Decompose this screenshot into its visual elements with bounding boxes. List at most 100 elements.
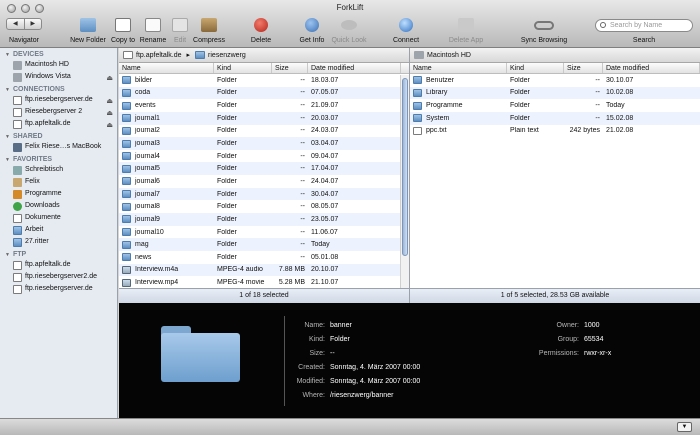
desktop-icon <box>13 165 22 175</box>
file-row[interactable]: news Folder -- 05.01.08 <box>119 251 409 264</box>
column-date-modified[interactable]: Date modified <box>603 63 700 73</box>
file-row[interactable]: journal1 Folder -- 20.03.07 <box>119 111 409 125</box>
sidebar-item-ftp[interactable]: ftp.apfeltalk.de <box>0 259 117 271</box>
compress-label: Compress <box>193 37 225 44</box>
file-row[interactable]: mag Folder -- Today <box>119 238 409 251</box>
breadcrumb-item[interactable]: ftp.apfeltalk.de <box>123 51 182 59</box>
sidebar-item-connection[interactable]: ftp.riesebergserver.de ⏏ <box>0 94 117 106</box>
sidebar-item-favorite[interactable]: 27.ritter <box>0 236 117 248</box>
search-input[interactable]: Search by Name <box>595 19 693 32</box>
sidebar-section-shared[interactable]: ▼ SHARED <box>0 130 117 141</box>
sidebar-item-connection[interactable]: ftp.apfeltalk.de ⏏ <box>0 118 117 130</box>
cell-date: 10.02.08 <box>606 89 634 97</box>
file-row[interactable]: journal8 Folder -- 08.05.07 <box>119 200 409 213</box>
sidebar-item-ftp[interactable]: ftp.riesebergserver.de <box>0 283 117 295</box>
file-row[interactable]: coda Folder -- 07.05.07 <box>119 86 409 100</box>
sidebar-item-favorite[interactable]: Felix <box>0 176 117 188</box>
breadcrumb-item[interactable]: riesenzwerg <box>195 51 246 59</box>
cell-kind: Folder <box>217 177 237 185</box>
cell-date: 23.05.07 <box>311 215 339 223</box>
edit-button[interactable]: Edit <box>172 18 188 44</box>
column-kind[interactable]: Kind <box>214 63 272 73</box>
cell-size: -- <box>300 253 305 261</box>
sidebar-item-favorite[interactable]: Programme <box>0 188 117 200</box>
toggle-info-panel-button[interactable]: ▼ <box>677 422 692 432</box>
column-date-modified[interactable]: Date modified <box>308 63 401 73</box>
file-row[interactable]: journal3 Folder -- 03.04.07 <box>119 137 409 150</box>
sync-browsing-button[interactable]: Sync Browsing <box>521 18 567 44</box>
file-icon <box>122 278 131 287</box>
vertical-scrollbar[interactable] <box>400 75 409 288</box>
file-row[interactable]: journal7 Folder -- 30.04.07 <box>119 187 409 201</box>
breadcrumb-item[interactable]: Macintosh HD <box>414 51 471 59</box>
sidebar-item-favorite[interactable]: Downloads <box>0 200 117 212</box>
sidebar-item-ftp[interactable]: ftp.riesebergserver2.de <box>0 271 117 283</box>
file-row[interactable]: ppc.txt Plain text 242 bytes 21.02.08 <box>410 125 700 138</box>
file-row[interactable]: Interview.mp4 MPEG-4 movie 5.28 MB 21.10.07 <box>119 276 409 289</box>
eject-icon[interactable]: ⏏ <box>106 73 113 85</box>
file-row[interactable]: journal10 Folder -- 11.06.07 <box>119 226 409 239</box>
cell-name: Library <box>410 88 507 97</box>
compress-button[interactable]: Compress <box>193 18 225 44</box>
sidebar-item-connection[interactable]: Riesebergserver 2 ⏏ <box>0 106 117 118</box>
column-kind[interactable]: Kind <box>507 63 564 73</box>
cell-date: 07.05.07 <box>311 89 339 97</box>
cell-kind: Folder <box>510 76 530 84</box>
file-row[interactable]: journal4 Folder -- 09.04.07 <box>119 150 409 163</box>
column-name[interactable]: Name <box>119 63 214 73</box>
applications-icon <box>13 189 22 199</box>
info-permissions: Permissions: rwxr-xr-x <box>538 350 612 357</box>
new-folder-button[interactable]: New Folder <box>70 18 106 44</box>
file-row[interactable]: Programme Folder -- Today <box>410 99 700 112</box>
file-row[interactable]: Interview.m4a MPEG-4 audio 7.88 MB 20.10.07 <box>119 263 409 277</box>
sidebar-item-favorite[interactable]: Arbeit <box>0 224 117 236</box>
scrollbar-thumb[interactable] <box>402 78 408 256</box>
column-name[interactable]: Name <box>410 63 507 73</box>
file-row[interactable]: journal2 Folder -- 24.03.07 <box>119 125 409 138</box>
cell-date: 11.06.07 <box>311 228 338 236</box>
eject-icon[interactable]: ⏏ <box>106 120 113 132</box>
file-row[interactable]: journal5 Folder -- 17.04.07 <box>119 162 409 176</box>
cell-kind: MPEG-4 audio <box>217 266 263 274</box>
cell-date: Today <box>311 241 330 249</box>
sidebar-item-macintosh-hd[interactable]: Macintosh HD <box>0 59 117 71</box>
chevron-right-icon: ▸ <box>186 52 191 59</box>
connect-button[interactable]: Connect <box>393 18 419 44</box>
sidebar-item-favorite[interactable]: Dokumente <box>0 212 117 224</box>
copy-to-button[interactable]: Copy to <box>111 18 135 44</box>
file-row[interactable]: journal9 Folder -- 23.05.07 <box>119 213 409 226</box>
file-row[interactable]: Benutzer Folder -- 30.10.07 <box>410 74 700 87</box>
sidebar-section-favorites[interactable]: ▼ FAVORITES <box>0 153 117 164</box>
info-created: Created: Sonntag, 4. März 2007 00:00 <box>298 364 421 371</box>
folder-icon <box>195 51 206 59</box>
path-bar: ftp.apfeltalk.de ▸ riesenzwerg <box>119 48 409 63</box>
documents-icon <box>13 213 22 223</box>
delete-app-button[interactable]: Delete App <box>449 18 483 44</box>
cell-name: journal5 <box>119 164 214 173</box>
get-info-button[interactable]: Get Info <box>300 18 324 44</box>
forward-arrow-icon[interactable]: ▶ <box>23 19 42 29</box>
delete-button[interactable]: Delete <box>251 18 271 44</box>
sidebar-item-favorite[interactable]: Schreibtisch <box>0 164 117 176</box>
rename-button[interactable]: Rename <box>140 18 166 44</box>
sidebar-item-shared-computer[interactable]: Felix Riese…s MacBook <box>0 141 117 153</box>
file-row[interactable]: journal6 Folder -- 24.04.07 <box>119 175 409 188</box>
file-row[interactable]: System Folder -- 15.02.08 <box>410 111 700 125</box>
file-row[interactable]: events Folder -- 21.09.07 <box>119 99 409 112</box>
back-arrow-icon[interactable]: ◀ <box>7 19 24 29</box>
column-size[interactable]: Size <box>272 63 308 73</box>
file-row[interactable]: Library Folder -- 10.02.08 <box>410 86 700 100</box>
file-row[interactable]: bilder Folder -- 18.03.07 <box>119 74 409 87</box>
cell-size: 7.88 MB <box>278 266 305 274</box>
sidebar-item-windows-vista[interactable]: Windows Vista ⏏ <box>0 71 117 83</box>
quick-look-button[interactable]: Quick Look <box>331 18 367 44</box>
folder-icon <box>122 139 131 148</box>
cell-date: 24.04.07 <box>311 177 339 185</box>
cell-name: journal2 <box>119 126 214 135</box>
info-name: Name: banner <box>304 322 352 329</box>
sidebar-section-devices[interactable]: ▼ DEVICES <box>0 48 117 59</box>
cell-name: Benutzer <box>410 76 507 85</box>
sidebar-section-ftp[interactable]: ▼ FTP <box>0 248 117 259</box>
sidebar-section-connections[interactable]: ▼ CONNECTIONS <box>0 83 117 94</box>
column-size[interactable]: Size <box>564 63 603 73</box>
